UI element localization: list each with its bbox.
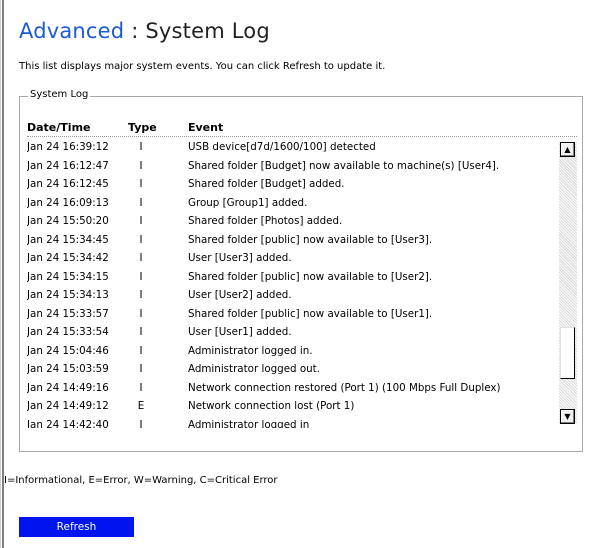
log-row: Jan 24 15:34:13 I User [User2] added.	[27, 287, 555, 306]
log-event: Shared folder [public] now available to …	[188, 233, 433, 246]
log-rows: Jan 24 16:39:12 I USB device[d7d/1600/100]…	[27, 139, 555, 428]
log-row: Jan 24 16:12:45 I Shared folder [Budget] a…	[27, 176, 555, 195]
title-separator: :	[124, 19, 146, 43]
log-list[interactable]: Jan 24 16:39:12 I USB device[d7d/1600/100]…	[27, 136, 577, 428]
log-event: Network connection lost (Port 1)	[188, 400, 355, 412]
window-frame-left	[0, 0, 4, 548]
log-type: I	[139, 215, 143, 227]
log-row: Jan 24 15:34:45 I Shared folder [public] n…	[27, 232, 555, 251]
log-datetime: Jan 24 15:33:54	[27, 326, 109, 338]
log-datetime: Jan 24 16:39:12	[27, 141, 109, 153]
page-title-text: System Log	[145, 19, 270, 43]
log-event: Shared folder [public] now available to …	[188, 270, 433, 283]
scroll-thumb[interactable]	[560, 327, 575, 379]
log-event: Shared folder [Budget] now available to …	[188, 159, 500, 172]
log-type: I	[139, 270, 143, 283]
log-event: Shared folder [Budget] added.	[188, 178, 345, 190]
log-row: Jan 24 15:34:15 I Shared folder [public] n…	[27, 269, 555, 288]
log-datetime: Jan 24 15:34:15	[27, 270, 109, 283]
log-row: Jan 24 14:49:12 E Network connection lost …	[27, 398, 555, 417]
system-log-group: System Log Date/Time Type Event Jan 24 1…	[19, 89, 583, 452]
log-type: I	[139, 326, 143, 338]
log-type: I	[139, 307, 143, 320]
triangle-up-icon: ▲	[564, 145, 571, 154]
log-datetime: Jan 24 15:34:45	[27, 233, 109, 246]
section-link[interactable]: Advanced	[19, 19, 124, 43]
log-type: E	[137, 400, 145, 412]
log-datetime: Jan 24 14:49:16	[27, 381, 109, 394]
type-legend: I=Informational, E=Error, W=Warning, C=C…	[4, 475, 278, 486]
log-row: Jan 24 15:33:54 I User [User1] added.	[27, 324, 555, 343]
log-type: I	[139, 363, 143, 375]
system-log-group-label: System Log	[28, 89, 91, 100]
log-datetime: Jan 24 14:49:12	[27, 400, 109, 412]
log-type: I	[139, 418, 143, 429]
column-header-type: Type	[128, 121, 157, 134]
log-event: Administrator logged in.	[188, 344, 313, 357]
column-header-event: Event	[188, 121, 224, 134]
log-event: User [User3] added.	[188, 252, 292, 264]
column-header-datetime: Date/Time	[27, 121, 91, 134]
triangle-down-icon: ▼	[564, 412, 571, 421]
log-type: I	[139, 196, 143, 209]
log-row: Jan 24 15:50:20 I Shared folder [Photos] a…	[27, 213, 555, 232]
log-datetime: Jan 24 14:42:40	[27, 418, 109, 429]
log-datetime: Jan 24 15:34:13	[27, 289, 109, 301]
log-event: Shared folder [Photos] added.	[188, 215, 343, 227]
log-type: I	[139, 381, 143, 394]
log-datetime: Jan 24 15:04:46	[27, 344, 109, 357]
log-row: Jan 24 15:33:57 I Shared folder [public] n…	[27, 306, 555, 325]
log-event: Network connection restored (Port 1) (10…	[188, 381, 501, 394]
log-event: USB device[d7d/1600/100] detected	[188, 141, 376, 153]
log-type: I	[139, 252, 143, 264]
scroll-down-button[interactable]: ▼	[560, 409, 575, 424]
log-row: Jan 24 14:49:16 I Network connection resto…	[27, 380, 555, 399]
log-event: Shared folder [public] now available to …	[188, 307, 433, 320]
log-type: I	[139, 289, 143, 301]
log-event: User [User1] added.	[188, 326, 292, 338]
log-type: I	[139, 141, 143, 153]
log-table-header: Date/Time Type Event	[27, 121, 562, 135]
log-row: Jan 24 16:09:13 I Group [Group1] added.	[27, 195, 555, 214]
log-event: Administrator logged in	[188, 418, 310, 429]
log-event: Group [Group1] added.	[188, 196, 308, 209]
log-row: Jan 24 16:39:12 I USB device[d7d/1600/100]…	[27, 139, 555, 158]
log-type: I	[139, 233, 143, 246]
log-type: I	[139, 344, 143, 357]
refresh-button[interactable]: Refresh	[19, 517, 134, 537]
log-scrollbar[interactable]: ▲ ▼	[559, 142, 577, 424]
log-event: Administrator logged out.	[188, 363, 320, 375]
log-type: I	[139, 159, 143, 172]
log-datetime: Jan 24 16:12:47	[27, 159, 109, 172]
log-datetime: Jan 24 15:50:20	[27, 215, 109, 227]
log-row: Jan 24 15:04:46 I Administrator logged in.	[27, 343, 555, 362]
log-datetime: Jan 24 16:09:13	[27, 196, 109, 209]
log-row: Jan 24 15:03:59 I Administrator logged out…	[27, 361, 555, 380]
log-datetime: Jan 24 15:34:42	[27, 252, 109, 264]
log-type: I	[139, 178, 143, 190]
page-title: Advanced : System Log	[19, 19, 270, 43]
log-row: Jan 24 15:34:42 I User [User3] added.	[27, 250, 555, 269]
log-row: Jan 24 14:42:40 I Administrator logged in	[27, 417, 555, 429]
log-datetime: Jan 24 16:12:45	[27, 178, 109, 190]
log-datetime: Jan 24 15:33:57	[27, 307, 109, 320]
log-datetime: Jan 24 15:03:59	[27, 363, 109, 375]
page-description: This list displays major system events. …	[19, 61, 386, 72]
scroll-up-button[interactable]: ▲	[560, 142, 575, 157]
log-event: User [User2] added.	[188, 289, 292, 301]
log-row: Jan 24 16:12:47 I Shared folder [Budget] n…	[27, 158, 555, 177]
